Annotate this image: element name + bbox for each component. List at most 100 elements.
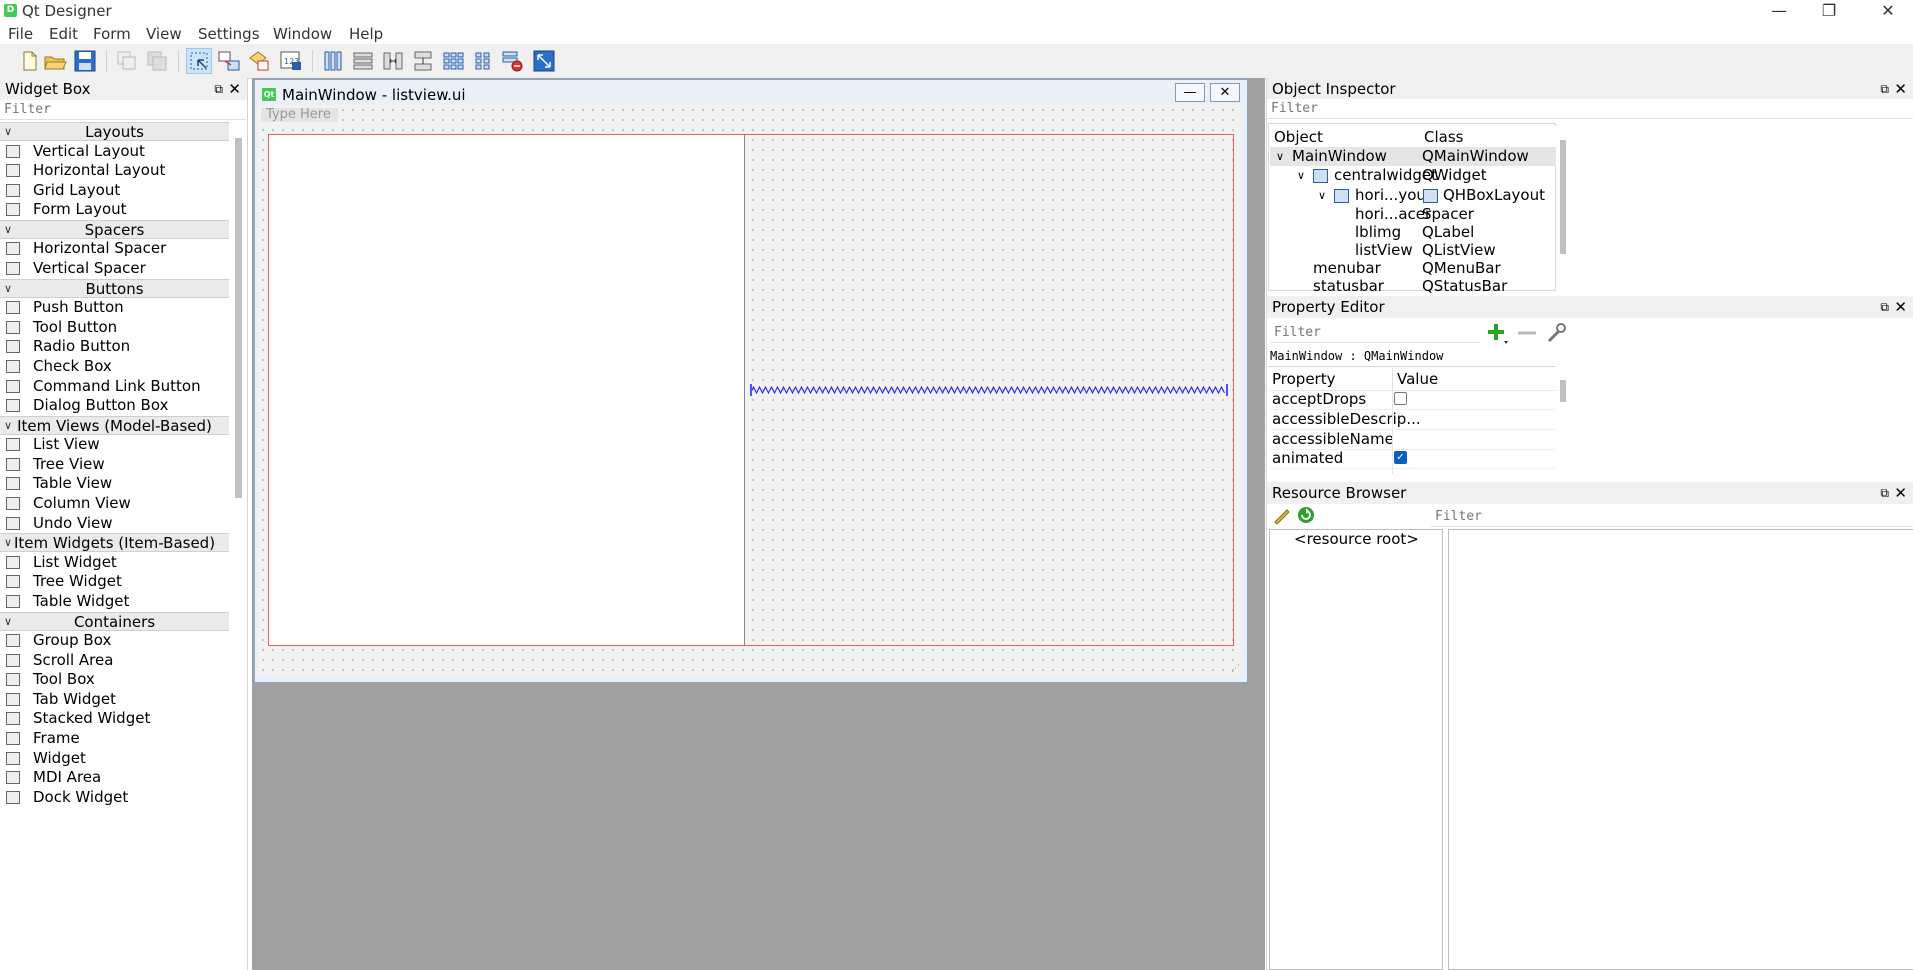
category-1[interactable]: ∨ Spacers: [0, 219, 229, 239]
category-0[interactable]: ∨ Layouts: [0, 122, 229, 141]
object-tree-row[interactable]: ∨ MainWindow QMainWindow: [1270, 147, 1556, 166]
copy-icon[interactable]: [114, 48, 140, 74]
widget-item[interactable]: Stacked Widget: [0, 709, 229, 728]
float-dock-icon[interactable]: ⧉: [1880, 296, 1889, 318]
object-tree-row[interactable]: ∨ hori...yout QHBoxLayout: [1270, 186, 1556, 205]
break-layout-icon[interactable]: [500, 48, 526, 74]
menu-view[interactable]: View: [146, 25, 182, 43]
expand-chevron-icon[interactable]: ∨: [1297, 166, 1305, 185]
horizontal-spacer[interactable]: [750, 382, 1228, 398]
expand-chevron-icon[interactable]: ∨: [1318, 186, 1326, 205]
widget-item[interactable]: Widget: [0, 749, 229, 768]
menubar-type-here[interactable]: Type Here: [261, 108, 338, 122]
menu-window[interactable]: Window: [273, 25, 332, 43]
widget-item[interactable]: Grid Layout: [0, 181, 229, 200]
menu-settings[interactable]: Settings: [198, 25, 260, 43]
object-tree-row[interactable]: menubar QMenuBar: [1270, 259, 1556, 278]
widget-item[interactable]: Undo View: [0, 514, 229, 533]
widget-item[interactable]: Dock Widget: [0, 788, 229, 807]
category-4[interactable]: ∨ Item Widgets (Item-Based): [0, 533, 229, 553]
widget-item[interactable]: List View: [0, 435, 229, 454]
menu-help[interactable]: Help: [349, 25, 383, 43]
property-editor-filter-input[interactable]: [1270, 323, 1480, 343]
paste-icon[interactable]: [144, 48, 170, 74]
object-tree-row[interactable]: listView QListView: [1270, 241, 1556, 260]
category-3[interactable]: ∨ Item Views (Model-Based): [0, 415, 229, 435]
menu-edit[interactable]: Edit: [49, 25, 78, 43]
widget-item[interactable]: Command Link Button: [0, 377, 229, 396]
float-dock-icon[interactable]: ⧉: [214, 78, 223, 100]
lay-out-vertical-splitter-icon[interactable]: [410, 48, 436, 74]
expand-chevron-icon[interactable]: ∨: [1276, 147, 1284, 166]
property-checkbox[interactable]: [1394, 392, 1407, 405]
restore-window-button[interactable]: ❐: [1799, 0, 1859, 22]
object-inspector-filter-input[interactable]: [1267, 99, 1913, 119]
widget-box-scrollbar[interactable]: [235, 138, 242, 498]
widget-item[interactable]: Tab Widget: [0, 690, 229, 709]
widget-item[interactable]: Tool Button: [0, 318, 229, 337]
category-5[interactable]: ∨ Containers: [0, 611, 229, 631]
resource-tree[interactable]: [1269, 529, 1443, 970]
new-icon[interactable]: [16, 48, 42, 74]
reload-resources-button[interactable]: [1296, 505, 1316, 525]
edit-buddies-icon[interactable]: [246, 48, 272, 74]
lay-out-grid-icon[interactable]: [440, 48, 466, 74]
menu-form[interactable]: Form: [93, 25, 131, 43]
property-checkbox[interactable]: ✓: [1394, 451, 1407, 464]
edit-tab-order-icon[interactable]: 123: [278, 48, 304, 74]
widget-item[interactable]: Vertical Spacer: [0, 259, 229, 278]
form-close-button[interactable]: ✕: [1210, 83, 1240, 102]
property-row[interactable]: accessibleName: [1270, 430, 1556, 450]
resource-browser-filter-input[interactable]: [1431, 507, 1913, 527]
object-tree-row[interactable]: hori...acer Spacer: [1270, 205, 1556, 224]
adjust-size-icon[interactable]: [531, 48, 557, 74]
widget-item[interactable]: Scroll Area: [0, 651, 229, 670]
object-tree-row[interactable]: lblimg QLabel: [1270, 223, 1556, 242]
property-row[interactable]: acceptDrops: [1270, 390, 1556, 410]
widget-item[interactable]: Frame: [0, 729, 229, 748]
category-2[interactable]: ∨ Buttons: [0, 278, 229, 298]
save-icon[interactable]: [72, 48, 98, 74]
close-dock-icon[interactable]: ✕: [1894, 296, 1907, 318]
property-row[interactable]: accessibleDescrip...: [1270, 410, 1556, 430]
open-icon[interactable]: [42, 48, 68, 74]
widget-item[interactable]: Radio Button: [0, 337, 229, 356]
widget-item[interactable]: Group Box: [0, 631, 229, 650]
float-dock-icon[interactable]: ⧉: [1880, 482, 1889, 504]
widget-item[interactable]: MDI Area: [0, 768, 229, 787]
widget-item[interactable]: Dialog Button Box: [0, 396, 229, 415]
widget-item[interactable]: Column View: [0, 494, 229, 513]
configure-property-button[interactable]: [1544, 321, 1568, 345]
float-dock-icon[interactable]: ⧉: [1880, 78, 1889, 100]
widget-item[interactable]: List Widget: [0, 553, 229, 572]
widget-item[interactable]: Horizontal Layout: [0, 161, 229, 180]
close-dock-icon[interactable]: ✕: [228, 78, 241, 100]
widget-item[interactable]: Table Widget: [0, 592, 229, 611]
widget-item[interactable]: Tool Box: [0, 670, 229, 689]
remove-property-button[interactable]: [1515, 321, 1539, 345]
menu-file[interactable]: File: [8, 25, 33, 43]
size-grip-icon[interactable]: ⋰: [1231, 664, 1241, 674]
edit-widgets-icon[interactable]: [186, 48, 212, 74]
resource-list[interactable]: [1448, 529, 1913, 970]
widget-item[interactable]: Vertical Layout: [0, 142, 229, 161]
widget-item[interactable]: Horizontal Spacer: [0, 239, 229, 258]
edit-signals-slots-icon[interactable]: [216, 48, 242, 74]
close-window-button[interactable]: ✕: [1858, 0, 1913, 22]
object-tree-row[interactable]: ∨ centralwidget QWidget: [1270, 166, 1556, 185]
lay-out-vertically-icon[interactable]: [350, 48, 376, 74]
lay-out-horizontally-icon[interactable]: [320, 48, 346, 74]
widget-item[interactable]: Push Button: [0, 298, 229, 317]
column-header-class[interactable]: Class: [1420, 126, 1556, 149]
column-header-value[interactable]: Value: [1393, 368, 1556, 391]
edit-resources-button[interactable]: [1272, 505, 1292, 525]
object-tree-row[interactable]: statusbar QStatusBar: [1270, 277, 1556, 296]
form-minimize-button[interactable]: —: [1175, 83, 1205, 102]
lay-out-horizontal-splitter-icon[interactable]: [380, 48, 406, 74]
widget-item[interactable]: Tree Widget: [0, 572, 229, 591]
close-dock-icon[interactable]: ✕: [1894, 482, 1907, 504]
close-dock-icon[interactable]: ✕: [1894, 78, 1907, 100]
property-row[interactable]: animated ✓: [1270, 449, 1556, 469]
widget-item[interactable]: Check Box: [0, 357, 229, 376]
widget-item[interactable]: Table View: [0, 474, 229, 493]
